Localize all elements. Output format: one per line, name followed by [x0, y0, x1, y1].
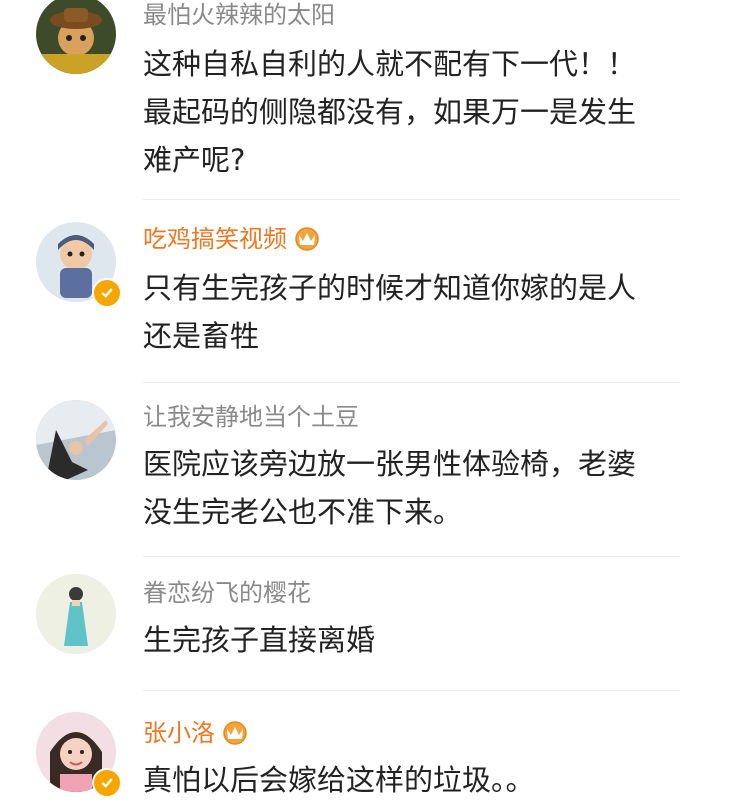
- crown-icon: [221, 719, 249, 745]
- comment-text: 只有生完孩子的时候才知道你嫁的是人还是畜牲: [143, 271, 637, 353]
- avatar[interactable]: [36, 400, 116, 480]
- comment-list: 最怕火辣辣的太阳 这种自私自利的人就不配有下一代！！最起码的侧隐都没有，如果万一…: [0, 0, 750, 804]
- comment-text: 这种自私自利的人就不配有下一代！！最起码的侧隐都没有，如果万一是发生难产呢?: [143, 47, 637, 177]
- verified-badge-icon: [92, 768, 122, 798]
- avatar[interactable]: [36, 574, 116, 654]
- comment-username[interactable]: 让我安静地当个土豆: [143, 402, 359, 432]
- username-label: 张小洛: [143, 719, 215, 747]
- username-label: 吃鸡搞笑视频: [143, 225, 287, 253]
- avatar-image: [36, 574, 116, 654]
- comment-text: 真怕以后会嫁给这样的垃圾。。: [143, 763, 535, 797]
- avatar-image: [36, 400, 116, 480]
- divider: [143, 199, 680, 200]
- comment-username[interactable]: 最怕火辣辣的太阳: [143, 0, 335, 30]
- comment-username[interactable]: 张小洛: [143, 718, 249, 748]
- avatar-image: [36, 0, 116, 74]
- divider: [143, 690, 680, 691]
- comment-username[interactable]: 吃鸡搞笑视频: [143, 224, 321, 254]
- divider: [143, 382, 680, 383]
- comment-text: 医院应该旁边放一张男性体验椅，老婆没生完老公也不准下来。: [143, 447, 637, 529]
- comment-text: 生完孩子直接离婚: [143, 623, 376, 657]
- divider: [143, 556, 680, 557]
- verified-badge-icon: [92, 278, 122, 308]
- avatar[interactable]: [36, 0, 116, 74]
- comment-username[interactable]: 眷恋纷飞的樱花: [143, 578, 311, 608]
- crown-icon: [293, 225, 321, 251]
